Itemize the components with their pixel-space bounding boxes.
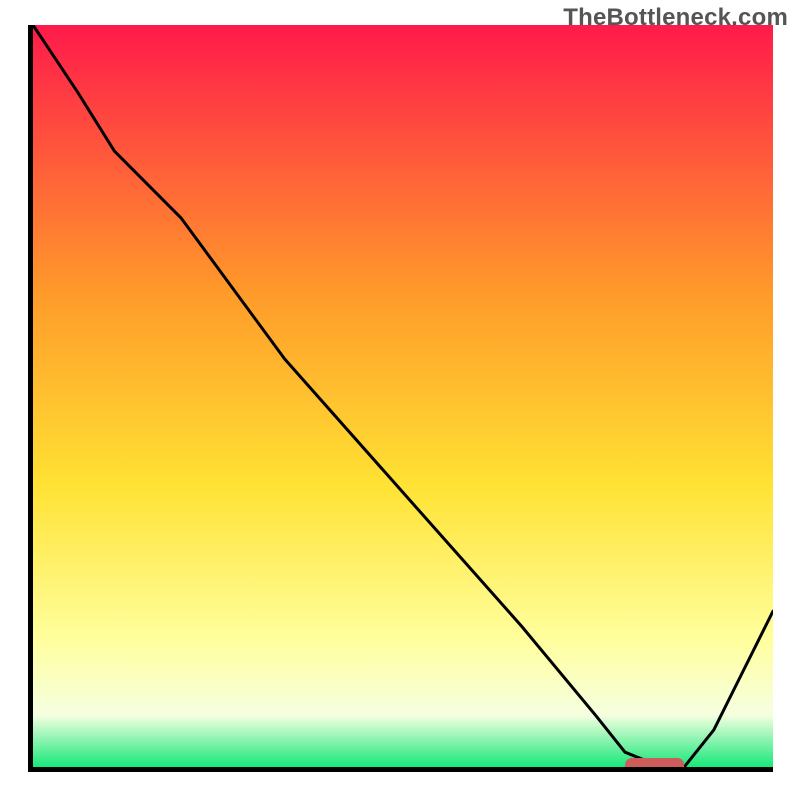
chart-svg — [33, 25, 773, 767]
x-axis — [28, 767, 773, 772]
chart-container: TheBottleneck.com — [0, 0, 800, 800]
plot-area — [33, 25, 773, 767]
gradient-background — [33, 25, 773, 767]
optimal-range-marker — [625, 758, 684, 767]
watermark-text: TheBottleneck.com — [563, 4, 788, 32]
